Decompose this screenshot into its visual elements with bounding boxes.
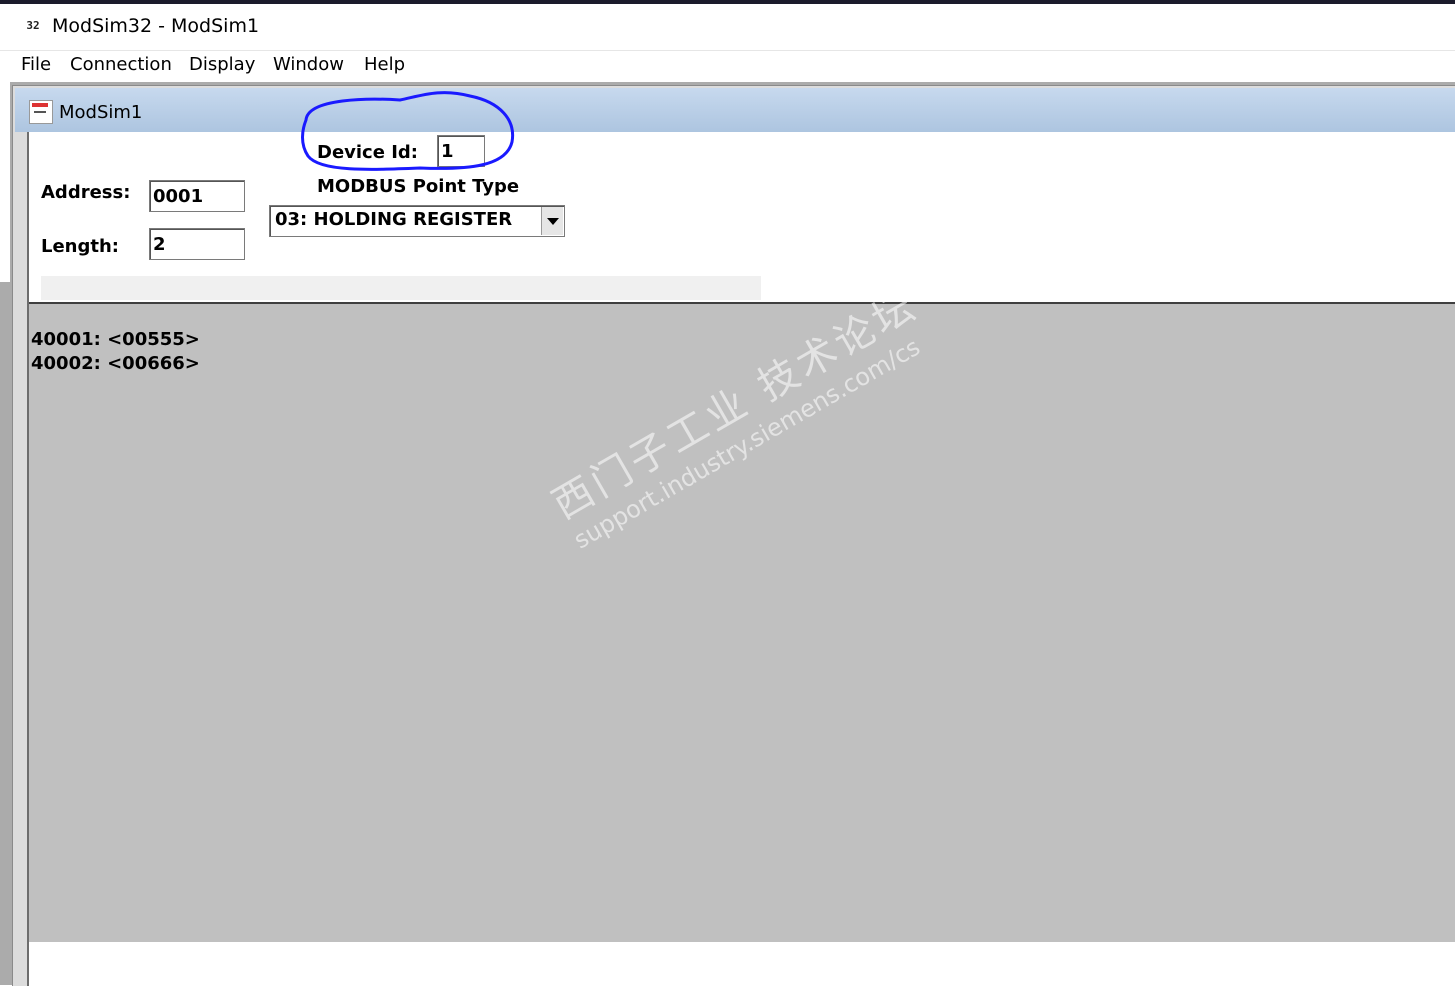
chevron-down-icon bbox=[547, 218, 559, 225]
app-title-bar: 32 ModSim32 - ModSim1 bbox=[0, 4, 1455, 50]
menu-display[interactable]: Display bbox=[187, 54, 257, 75]
dropdown-arrow-button[interactable] bbox=[541, 207, 563, 235]
menu-bar: File Connection Display Window Help bbox=[0, 50, 1455, 82]
length-label: Length: bbox=[41, 236, 119, 257]
address-label: Address: bbox=[41, 182, 131, 203]
status-strip bbox=[41, 276, 761, 300]
register-data-area[interactable]: 40001: <00555> 40002: <00666> bbox=[29, 302, 1455, 942]
menu-help[interactable]: Help bbox=[362, 54, 407, 75]
device-id-field[interactable] bbox=[437, 135, 485, 167]
address-field[interactable] bbox=[149, 180, 245, 212]
child-window-title: ModSim1 bbox=[59, 102, 143, 123]
register-row[interactable]: 40001: <00555> bbox=[31, 328, 200, 352]
menu-window[interactable]: Window bbox=[271, 54, 346, 75]
document-icon[interactable] bbox=[29, 100, 53, 124]
app-title: ModSim32 - ModSim1 bbox=[52, 15, 260, 37]
menu-connection[interactable]: Connection bbox=[68, 54, 174, 75]
mdi-left-strip bbox=[0, 82, 10, 282]
point-type-value: 03: HOLDING REGISTER bbox=[275, 209, 513, 230]
child-client-area: Device Id: Address: Length: MODBUS Point… bbox=[27, 132, 1455, 986]
point-type-select[interactable]: 03: HOLDING REGISTER bbox=[269, 205, 565, 237]
device-id-label: Device Id: bbox=[317, 142, 418, 163]
register-row[interactable]: 40002: <00666> bbox=[31, 352, 200, 376]
child-window-modsim1: ModSim1 Device Id: Address: Length: MODB… bbox=[12, 85, 1455, 986]
menu-file[interactable]: File bbox=[19, 54, 53, 75]
length-field[interactable] bbox=[149, 228, 245, 260]
point-type-label: MODBUS Point Type bbox=[317, 176, 520, 197]
modsim-app-icon: 32 bbox=[26, 19, 40, 32]
child-caption-bar[interactable]: ModSim1 bbox=[15, 88, 1455, 132]
